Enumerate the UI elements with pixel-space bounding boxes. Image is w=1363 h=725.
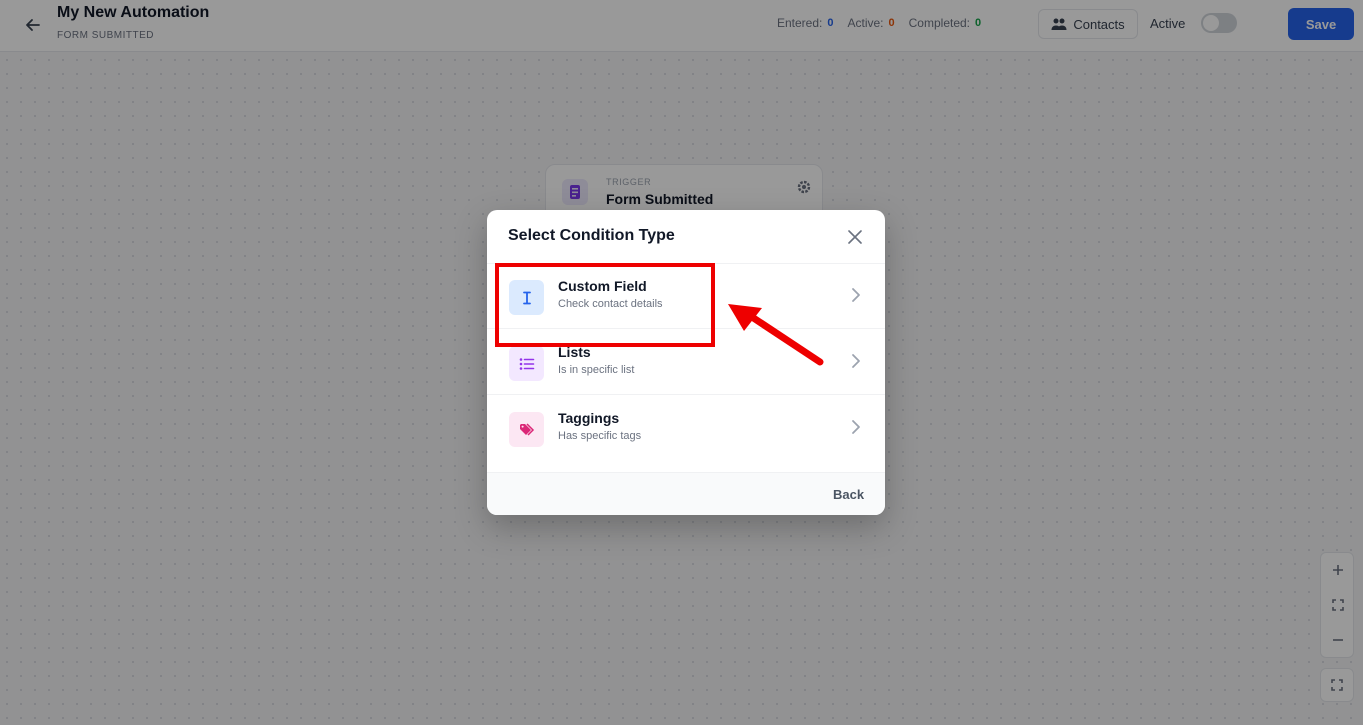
tag-icon [509,412,544,447]
modal-title: Select Condition Type [508,227,675,244]
chevron-right-icon [851,353,861,374]
annotation-arrow-icon [728,304,824,366]
back-button[interactable]: Back [833,487,864,502]
chevron-right-icon [851,419,861,440]
list-icon [509,346,544,381]
chevron-right-icon [851,287,861,308]
annotation-highlight-box [495,263,715,347]
option-subtitle: Is in specific list [558,364,635,376]
close-icon[interactable] [845,227,865,247]
option-taggings[interactable]: Taggings Has specific tags [487,396,885,461]
option-title: Taggings [558,410,620,426]
modal-footer: Back [487,472,885,515]
option-subtitle: Has specific tags [558,430,642,442]
